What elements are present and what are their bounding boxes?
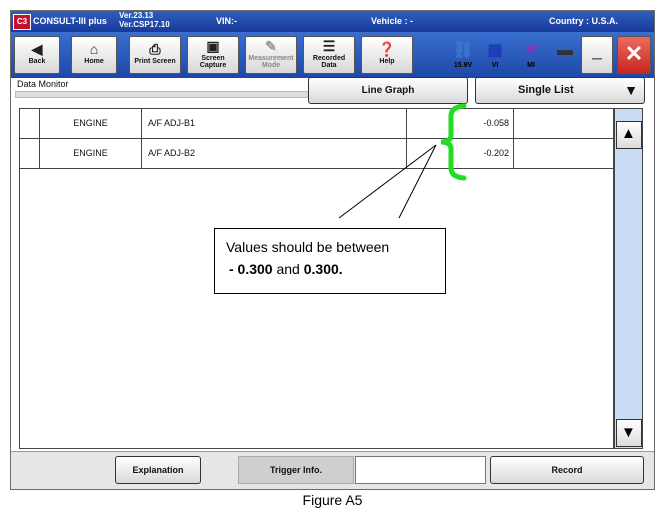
annotation-callout: Values should be between - 0.300 and 0.3… <box>214 228 446 294</box>
callout-range: - 0.300 and 0.300. <box>229 261 343 277</box>
green-bracket <box>440 103 467 181</box>
trigger-info-button[interactable]: Trigger Info. <box>238 456 354 484</box>
app-window: C3 CONSULT-III plus Ver.23.13 Ver.CSP17.… <box>10 10 655 490</box>
figure-caption: Figure A5 <box>302 492 363 508</box>
callout-text: Values should be between <box>226 239 390 255</box>
trigger-info-field[interactable] <box>355 456 486 484</box>
bottom-bar: Explanation Trigger Info. Record <box>11 451 654 489</box>
callout-pointer <box>338 144 437 219</box>
record-button[interactable]: Record <box>490 456 644 484</box>
explanation-button[interactable]: Explanation <box>115 456 201 484</box>
